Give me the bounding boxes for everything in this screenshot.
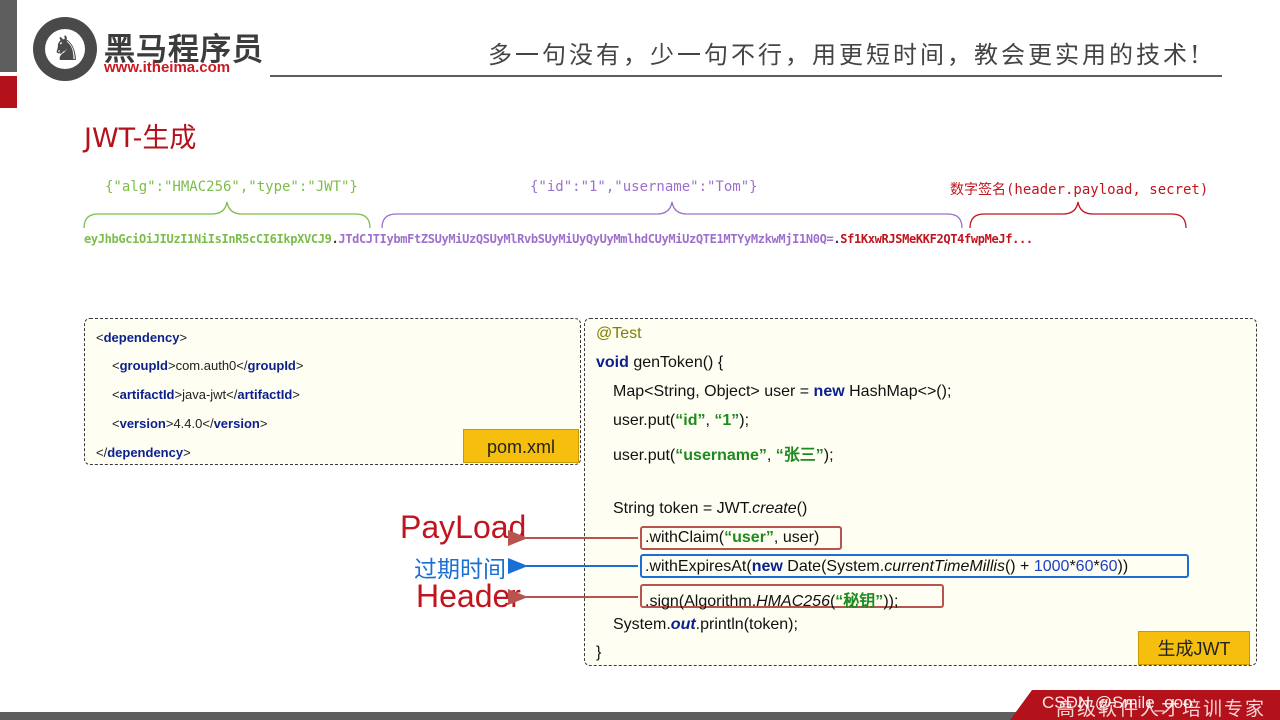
code-line: .withExpiresAt(new Date(System.currentTi… xyxy=(645,558,1129,575)
code-line: .withClaim(“user”, user) xyxy=(645,529,820,546)
header-brace-icon xyxy=(83,201,371,229)
payload-brace-icon xyxy=(381,201,963,229)
jwt-header-label: {"alg":"HMAC256","type":"JWT"} xyxy=(105,179,358,195)
code-line: System.out.println(token); xyxy=(613,616,798,633)
left-red-accent xyxy=(0,76,17,108)
token-header: eyJhbGciOiJIUzI1NiIsInR5cCI6IkpXVCJ9 xyxy=(84,232,332,246)
pom-line: <artifactId>java-jwt</artifactId> xyxy=(112,387,300,402)
code-line: Map<String, Object> user = new HashMap<>… xyxy=(613,383,952,400)
pom-line: <version>4.4.0</version> xyxy=(112,416,268,431)
signature-brace-icon xyxy=(969,201,1187,229)
header-divider xyxy=(270,75,1222,77)
code-line: String token = JWT.create() xyxy=(613,500,808,517)
code-line: @Test xyxy=(596,325,642,342)
header-label: Header xyxy=(416,578,521,614)
jwt-signature-label: 数字签名(header.payload, secret) xyxy=(950,182,1209,198)
token-signature: Sf1KxwRJSMeKKF2QT4fwpMeJf... xyxy=(840,232,1033,246)
pom-line: <groupId>com.auth0</groupId> xyxy=(112,358,304,373)
pom-line: </dependency> xyxy=(96,445,191,460)
gen-token-code-panel: @Test void genToken() { Map<String, Obje… xyxy=(584,318,1257,666)
page-title: JWT-生成 xyxy=(84,123,197,154)
pom-xml-badge: pom.xml xyxy=(463,429,579,463)
pom-xml-panel: <dependency> <groupId>com.auth0</groupId… xyxy=(84,318,581,465)
payload-label: PayLoad xyxy=(400,509,527,545)
code-line: } xyxy=(596,644,602,661)
gen-jwt-badge: 生成JWT xyxy=(1138,631,1250,665)
logo-url: www.itheima.com xyxy=(104,59,231,76)
code-line: user.put(“id”, “1”); xyxy=(613,412,750,429)
code-line: user.put(“username”, “张三”); xyxy=(613,447,834,464)
csdn-watermark: CSDN @Smile_ooo xyxy=(1042,693,1193,712)
left-accent-bar xyxy=(0,0,17,72)
code-line: void genToken() { xyxy=(596,354,724,371)
jwt-payload-label: {"id":"1","username":"Tom"} xyxy=(530,179,758,195)
jwt-token: eyJhbGciOiJIUzI1NiIsInR5cCI6IkpXVCJ9.JTd… xyxy=(84,232,1033,246)
pom-line: <dependency> xyxy=(96,330,188,345)
slogan: 多一句没有，少一句不行，用更短时间，教会更实用的技术! xyxy=(488,41,1203,69)
token-payload: JTdCJTIybmFtZSUyMiUzQSUyMlRvbSUyMiUyQyUy… xyxy=(338,232,834,246)
horse-logo-icon: ♞ xyxy=(51,29,82,69)
code-line: .sign(Algorithm.HMAC256(“秘钥”)); xyxy=(645,593,899,610)
